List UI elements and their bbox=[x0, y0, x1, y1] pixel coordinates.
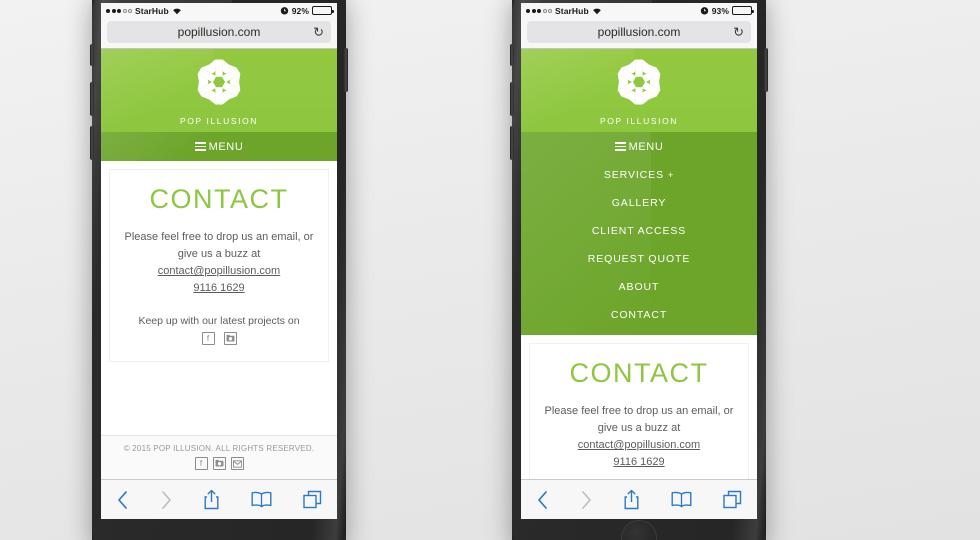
signal-strength-icon bbox=[526, 8, 552, 13]
pop-illusion-logo-icon[interactable] bbox=[193, 56, 245, 113]
battery-icon bbox=[732, 6, 754, 15]
page-title: CONTACT bbox=[569, 358, 709, 388]
nav-item-label: ABOUT bbox=[618, 281, 660, 293]
nav-item-about[interactable]: ABOUT bbox=[521, 273, 757, 301]
url-field[interactable]: popillusion.com ↻ bbox=[107, 21, 331, 43]
safari-toolbar bbox=[101, 479, 337, 519]
wifi-icon bbox=[592, 7, 602, 15]
menu-toggle-button[interactable]: MENU bbox=[521, 132, 757, 161]
nav-item-services[interactable]: SERVICES + bbox=[521, 161, 757, 189]
phone-right-power-button[interactable] bbox=[764, 48, 768, 92]
page-content: CONTACT Please feel free to drop us an e… bbox=[101, 161, 337, 479]
back-icon[interactable] bbox=[116, 490, 129, 510]
social-links: f bbox=[118, 332, 320, 346]
contact-card: CONTACT Please feel free to drop us an e… bbox=[109, 169, 329, 363]
url-text: popillusion.com bbox=[177, 25, 261, 39]
bookmarks-icon[interactable] bbox=[251, 491, 272, 508]
alarm-icon bbox=[280, 6, 289, 15]
browser-url-bar: popillusion.com ↻ bbox=[101, 18, 337, 49]
contact-intro-line2: us a buzz at bbox=[200, 248, 261, 261]
site-header: POP ILLUSION bbox=[521, 49, 757, 132]
expand-plus-icon[interactable]: + bbox=[668, 170, 674, 180]
nav-item-gallery[interactable]: GALLERY bbox=[521, 189, 757, 217]
phone-right-volume-down[interactable] bbox=[510, 126, 514, 160]
url-text: popillusion.com bbox=[597, 25, 681, 39]
nav-item-label: CONTACT bbox=[610, 309, 668, 321]
battery-percent-label: 92% bbox=[291, 5, 309, 16]
menu-toggle-button[interactable]: MENU bbox=[101, 132, 337, 161]
logo-wordmark: POP ILLUSION bbox=[179, 116, 259, 126]
signal-strength-icon bbox=[106, 8, 132, 13]
tabs-icon[interactable] bbox=[302, 490, 322, 509]
copyright-text: © 2015 POP ILLUSION. ALL RIGHTS RESERVED… bbox=[123, 444, 315, 453]
contact-email-link[interactable]: contact@popillusion.com bbox=[118, 263, 320, 280]
reload-icon[interactable]: ↻ bbox=[313, 26, 324, 39]
contact-email-link[interactable]: contact@popillusion.com bbox=[538, 437, 740, 454]
carrier-label: StarHub bbox=[555, 5, 589, 16]
battery-icon bbox=[312, 6, 334, 15]
nav-item-label: GALLERY bbox=[611, 197, 667, 209]
nav-item-client-access[interactable]: CLIENT ACCESS bbox=[521, 217, 757, 245]
page-title: CONTACT bbox=[149, 184, 289, 214]
forward-icon[interactable] bbox=[580, 490, 593, 510]
instagram-icon[interactable] bbox=[212, 457, 226, 470]
tabs-icon[interactable] bbox=[722, 490, 742, 509]
phone-left-volume-down[interactable] bbox=[90, 126, 94, 160]
logo-wordmark: POP ILLUSION bbox=[599, 116, 679, 126]
page-content: CONTACT Please feel free to drop us an e… bbox=[521, 335, 757, 479]
battery-percent-label: 93% bbox=[711, 5, 729, 16]
back-icon[interactable] bbox=[536, 490, 549, 510]
bookmarks-icon[interactable] bbox=[671, 491, 692, 508]
pop-illusion-logo-icon[interactable] bbox=[613, 56, 665, 113]
footer-social-links: f bbox=[101, 457, 337, 470]
hamburger-icon bbox=[614, 142, 626, 151]
hamburger-icon bbox=[194, 142, 206, 151]
phone-right-silent-switch[interactable] bbox=[510, 44, 514, 66]
facebook-icon[interactable]: f bbox=[201, 332, 215, 346]
share-icon[interactable] bbox=[203, 489, 220, 510]
phone-right: StarHub 93% popillusion.com ↻ POP ILLUSI… bbox=[510, 0, 768, 540]
phone-left-screen[interactable]: StarHub 92% popillusion.com ↻ POP ILLUSI… bbox=[101, 3, 337, 519]
nav-item-label: REQUEST QUOTE bbox=[587, 253, 691, 265]
nav-item-request-quote[interactable]: REQUEST QUOTE bbox=[521, 245, 757, 273]
browser-url-bar: popillusion.com ↻ bbox=[521, 18, 757, 49]
phone-right-volume-up[interactable] bbox=[510, 82, 514, 116]
menu-toggle-label: MENU bbox=[208, 140, 244, 153]
phone-left-power-button[interactable] bbox=[344, 48, 348, 92]
contact-phone-link[interactable]: 9116 1629 bbox=[538, 454, 740, 471]
reload-icon[interactable]: ↻ bbox=[733, 26, 744, 39]
url-field[interactable]: popillusion.com ↻ bbox=[527, 21, 751, 43]
nav-item-label: CLIENT ACCESS bbox=[591, 225, 687, 237]
carrier-label: StarHub bbox=[135, 5, 169, 16]
contact-card: CONTACT Please feel free to drop us an e… bbox=[529, 343, 749, 479]
social-lead-text: Keep up with our latest projects on bbox=[138, 315, 300, 328]
forward-icon[interactable] bbox=[160, 490, 173, 510]
email-icon[interactable] bbox=[230, 457, 244, 470]
site-menu-bar: MENU SERVICES + GALLERY CLIENT ACCESS REQ… bbox=[521, 132, 757, 335]
nav-item-label: SERVICES bbox=[603, 169, 664, 181]
contact-intro-text: Please feel free to drop us an email, or… bbox=[119, 229, 319, 263]
phone-left-silent-switch[interactable] bbox=[90, 44, 94, 66]
contact-intro-line2: us a buzz at bbox=[620, 422, 681, 435]
wifi-icon bbox=[172, 7, 182, 15]
share-icon[interactable] bbox=[623, 489, 640, 510]
contact-intro-text: Please feel free to drop us an email, or… bbox=[539, 403, 739, 437]
status-bar: StarHub 92% bbox=[101, 3, 337, 18]
site-footer: © 2015 POP ILLUSION. ALL RIGHTS RESERVED… bbox=[101, 435, 337, 479]
phone-left: StarHub 92% popillusion.com ↻ POP ILLUSI… bbox=[90, 0, 348, 540]
phone-left-volume-up[interactable] bbox=[90, 82, 94, 116]
menu-toggle-label: MENU bbox=[628, 140, 664, 153]
status-bar: StarHub 93% bbox=[521, 3, 757, 18]
phone-right-screen[interactable]: StarHub 93% popillusion.com ↻ POP ILLUSI… bbox=[521, 3, 757, 519]
site-header: POP ILLUSION bbox=[101, 49, 337, 132]
instagram-icon[interactable] bbox=[223, 332, 237, 346]
site-menu-bar: MENU bbox=[101, 132, 337, 161]
facebook-icon[interactable]: f bbox=[194, 457, 208, 470]
contact-phone-link[interactable]: 9116 1629 bbox=[118, 280, 320, 297]
nav-menu-list: SERVICES + GALLERY CLIENT ACCESS REQUEST … bbox=[521, 161, 757, 335]
alarm-icon bbox=[700, 6, 709, 15]
safari-toolbar bbox=[521, 479, 757, 519]
nav-item-contact[interactable]: CONTACT bbox=[521, 301, 757, 329]
